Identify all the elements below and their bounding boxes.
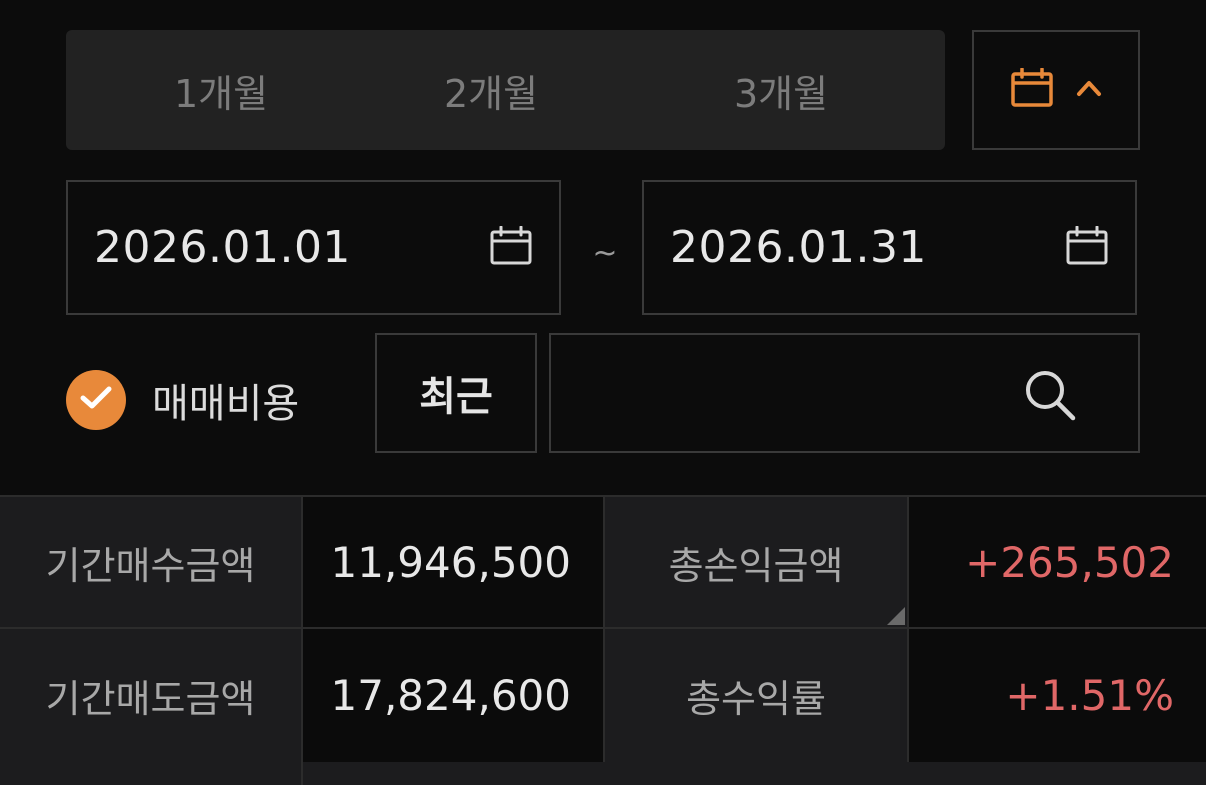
start-date-field[interactable]: 2026.01.01 [66, 180, 561, 315]
calendar-toggle-button[interactable] [972, 30, 1140, 150]
period-tab-2-month[interactable]: 2개월 [366, 30, 616, 150]
fee-checkbox[interactable] [66, 370, 126, 430]
total-profit-amount-label-text: 총손익금액 [668, 543, 844, 588]
start-date-value: 2026.01.01 [94, 222, 351, 273]
checkmark-icon [79, 385, 113, 415]
period-buy-amount-label: 기간매수금액 [0, 497, 301, 627]
period-sell-amount-label: 기간매도금액 [0, 629, 301, 762]
period-selector: 1개월 2개월 3개월 [66, 30, 945, 150]
table-footer-cell [303, 762, 1206, 785]
table-footer-cell [0, 762, 301, 785]
period-tab-3-month[interactable]: 3개월 [651, 30, 911, 150]
period-tab-1-month[interactable]: 1개월 [96, 30, 346, 150]
dropdown-corner-icon [887, 607, 905, 625]
calendar-icon[interactable] [489, 225, 533, 270]
period-buy-amount-value: 11,946,500 [303, 497, 603, 627]
end-date-value: 2026.01.31 [670, 222, 927, 273]
calendar-icon[interactable] [1065, 225, 1109, 270]
date-range-separator: ~ [592, 235, 618, 271]
total-profit-amount-value: +265,502 [909, 497, 1206, 627]
calendar-icon [1010, 67, 1054, 112]
end-date-field[interactable]: 2026.01.31 [642, 180, 1137, 315]
chevron-up-icon [1076, 79, 1102, 101]
total-return-rate-label: 총수익률 [605, 629, 907, 762]
period-sell-amount-value: 17,824,600 [303, 629, 603, 762]
search-icon[interactable] [1022, 367, 1078, 427]
search-input[interactable] [549, 333, 1140, 453]
total-return-rate-value: +1.51% [909, 629, 1206, 762]
fee-checkbox-label[interactable]: 매매비용 [152, 368, 299, 432]
total-profit-amount-label[interactable]: 총손익금액 [605, 497, 907, 627]
recent-button[interactable]: 최근 [375, 333, 537, 453]
